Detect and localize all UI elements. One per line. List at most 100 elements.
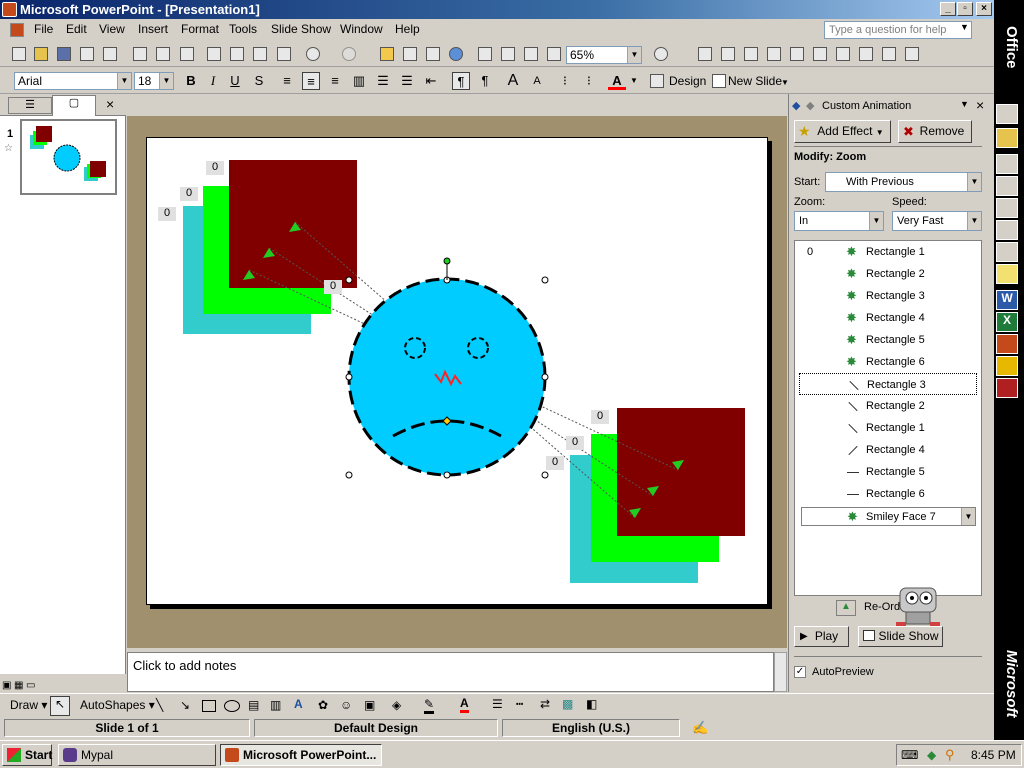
wordart-icon[interactable]: A — [294, 697, 303, 711]
redo-icon[interactable] — [340, 45, 358, 63]
animation-tag[interactable]: 0 — [180, 187, 198, 201]
slide-show-button[interactable]: Slide Show — [858, 626, 943, 647]
copy-icon[interactable] — [228, 45, 246, 63]
note-icon[interactable] — [996, 264, 1018, 284]
office-assistant[interactable] — [892, 582, 944, 632]
insert-table-icon[interactable] — [401, 45, 419, 63]
align-right-icon[interactable]: ≡ — [326, 72, 344, 90]
speed-combo[interactable]: Very Fast ▼ — [892, 211, 982, 231]
list-item[interactable]: Rectangle 2 — [795, 395, 981, 417]
menu-slide-show[interactable]: Slide Show — [271, 22, 331, 36]
new-slide-button[interactable]: New Slide — [728, 74, 782, 88]
list-item[interactable]: Rectangle 1 — [795, 417, 981, 439]
vertical-textbox-icon[interactable]: ▥ — [270, 698, 281, 712]
remove-button[interactable]: ✖ Remove — [898, 120, 972, 143]
animation-tag[interactable]: 0 — [324, 280, 342, 294]
show-formatting-icon[interactable] — [499, 45, 517, 63]
tool-icon-10[interactable] — [903, 45, 921, 63]
help-icon[interactable] — [652, 45, 670, 63]
shadow-style-icon[interactable]: ▩ — [562, 697, 573, 711]
task-icon[interactable] — [996, 198, 1018, 218]
italic-icon[interactable]: I — [204, 72, 222, 90]
close-icon[interactable]: × — [106, 96, 114, 112]
journal-icon[interactable] — [996, 242, 1018, 262]
increase-font-icon[interactable]: A — [504, 72, 522, 90]
menu-tools[interactable]: Tools — [229, 22, 257, 36]
list-item[interactable]: ✸ Rectangle 5 — [795, 329, 981, 351]
powerpoint-app-icon[interactable] — [2, 2, 17, 17]
move-up-icon[interactable]: ▲ — [836, 600, 856, 616]
restore-button[interactable]: ▫ — [957, 2, 973, 16]
rectangle-icon[interactable] — [202, 700, 216, 712]
contact-icon[interactable] — [996, 220, 1018, 240]
outline-tab[interactable]: ☰ — [8, 97, 52, 114]
sorter-view-icon[interactable]: ▦ — [14, 680, 23, 691]
rtl-icon[interactable]: ¶ — [476, 72, 494, 90]
spelling-status-icon[interactable]: ✍ — [692, 720, 708, 736]
powerpoint-icon[interactable] — [996, 334, 1018, 354]
play-button[interactable]: ▶ Play — [794, 626, 849, 647]
permission-icon[interactable] — [101, 45, 119, 63]
search-icon[interactable]: ⚲ — [945, 747, 955, 763]
access-icon[interactable] — [996, 378, 1018, 398]
grayscale-icon[interactable] — [545, 45, 563, 63]
spelling-icon[interactable] — [178, 45, 196, 63]
chevron-down-icon[interactable]: ▼ — [159, 73, 173, 89]
help-dropdown-arrow[interactable]: ▼ — [960, 22, 972, 38]
outlook-icon[interactable] — [996, 356, 1018, 376]
menu-insert[interactable]: Insert — [138, 22, 168, 36]
chevron-down-icon[interactable]: ▼ — [967, 212, 981, 230]
animation-tool-icon[interactable] — [696, 45, 714, 63]
chevron-down-icon[interactable]: ▼ — [630, 76, 638, 85]
center-icon[interactable]: ≡ — [302, 72, 320, 90]
office-shortcut-icon[interactable] — [996, 104, 1018, 124]
line-color-icon[interactable]: ✎ — [424, 697, 435, 714]
start-button[interactable]: Start — [2, 744, 52, 766]
chevron-down-icon[interactable]: ▼ — [627, 47, 641, 63]
menu-edit[interactable]: Edit — [66, 22, 87, 36]
chevron-down-icon[interactable]: ▼ — [960, 99, 969, 109]
chevron-down-icon[interactable]: ▼ — [961, 508, 975, 525]
print-icon[interactable] — [131, 45, 149, 63]
save-icon[interactable] — [55, 45, 73, 63]
tool-icon-3[interactable] — [742, 45, 760, 63]
notes-scrollbar[interactable] — [774, 652, 787, 692]
slideshow-view-icon[interactable]: ▭ — [26, 680, 35, 691]
fill-color-icon[interactable]: ◈ — [392, 698, 401, 712]
open-folder-icon[interactable] — [996, 128, 1018, 148]
list-item-selected[interactable]: ✸ Smiley Face 7 ▼ — [801, 507, 976, 526]
show-grid-icon[interactable] — [522, 45, 540, 63]
tool-icon-9[interactable] — [880, 45, 898, 63]
slides-tab[interactable]: ▢ — [52, 95, 96, 116]
email-icon[interactable] — [78, 45, 96, 63]
list-item[interactable]: Rectangle 6 — [795, 483, 981, 505]
chevron-down-icon[interactable]: ▼ — [869, 212, 883, 230]
font-size-combo[interactable]: 18 ▼ — [134, 72, 174, 90]
normal-view-icon[interactable]: ▣ — [2, 680, 11, 691]
print-preview-icon[interactable] — [154, 45, 172, 63]
word-icon[interactable]: W — [996, 290, 1018, 310]
new-icon[interactable] — [10, 45, 28, 63]
line-icon[interactable]: ╲ — [156, 698, 163, 712]
add-effect-button[interactable]: ★ Add Effect ▼ — [794, 120, 891, 143]
taskbar-app-powerpoint[interactable]: Microsoft PowerPoint... — [220, 744, 382, 766]
menu-window[interactable]: Window — [340, 22, 383, 36]
font-color-icon[interactable]: A — [608, 72, 626, 90]
underline-icon[interactable]: U — [226, 72, 244, 90]
diagram-icon[interactable]: ✿ — [318, 698, 328, 712]
notes-pane[interactable]: Click to add notes — [127, 652, 774, 692]
close-button[interactable]: × — [976, 2, 992, 16]
forward-icon[interactable]: ◆ — [806, 99, 814, 112]
network-icon[interactable]: ◆ — [927, 748, 936, 762]
chevron-down-icon[interactable]: ▼ — [967, 173, 981, 191]
slide-thumbnail[interactable] — [20, 119, 117, 195]
animation-tag[interactable]: 0 — [158, 207, 176, 221]
bold-icon[interactable]: B — [182, 72, 200, 90]
oval-icon[interactable] — [224, 700, 240, 712]
animation-tag[interactable]: 0 — [546, 456, 564, 470]
zoom-combo[interactable]: 65% ▼ — [566, 46, 642, 64]
list-item[interactable]: 0 ✸ Rectangle 1 — [795, 241, 981, 263]
autopreview-checkbox[interactable]: ✓ — [794, 666, 806, 678]
arrow-style-icon[interactable]: ⇄ — [540, 697, 550, 711]
list-item[interactable]: ✸ Rectangle 3 — [795, 285, 981, 307]
